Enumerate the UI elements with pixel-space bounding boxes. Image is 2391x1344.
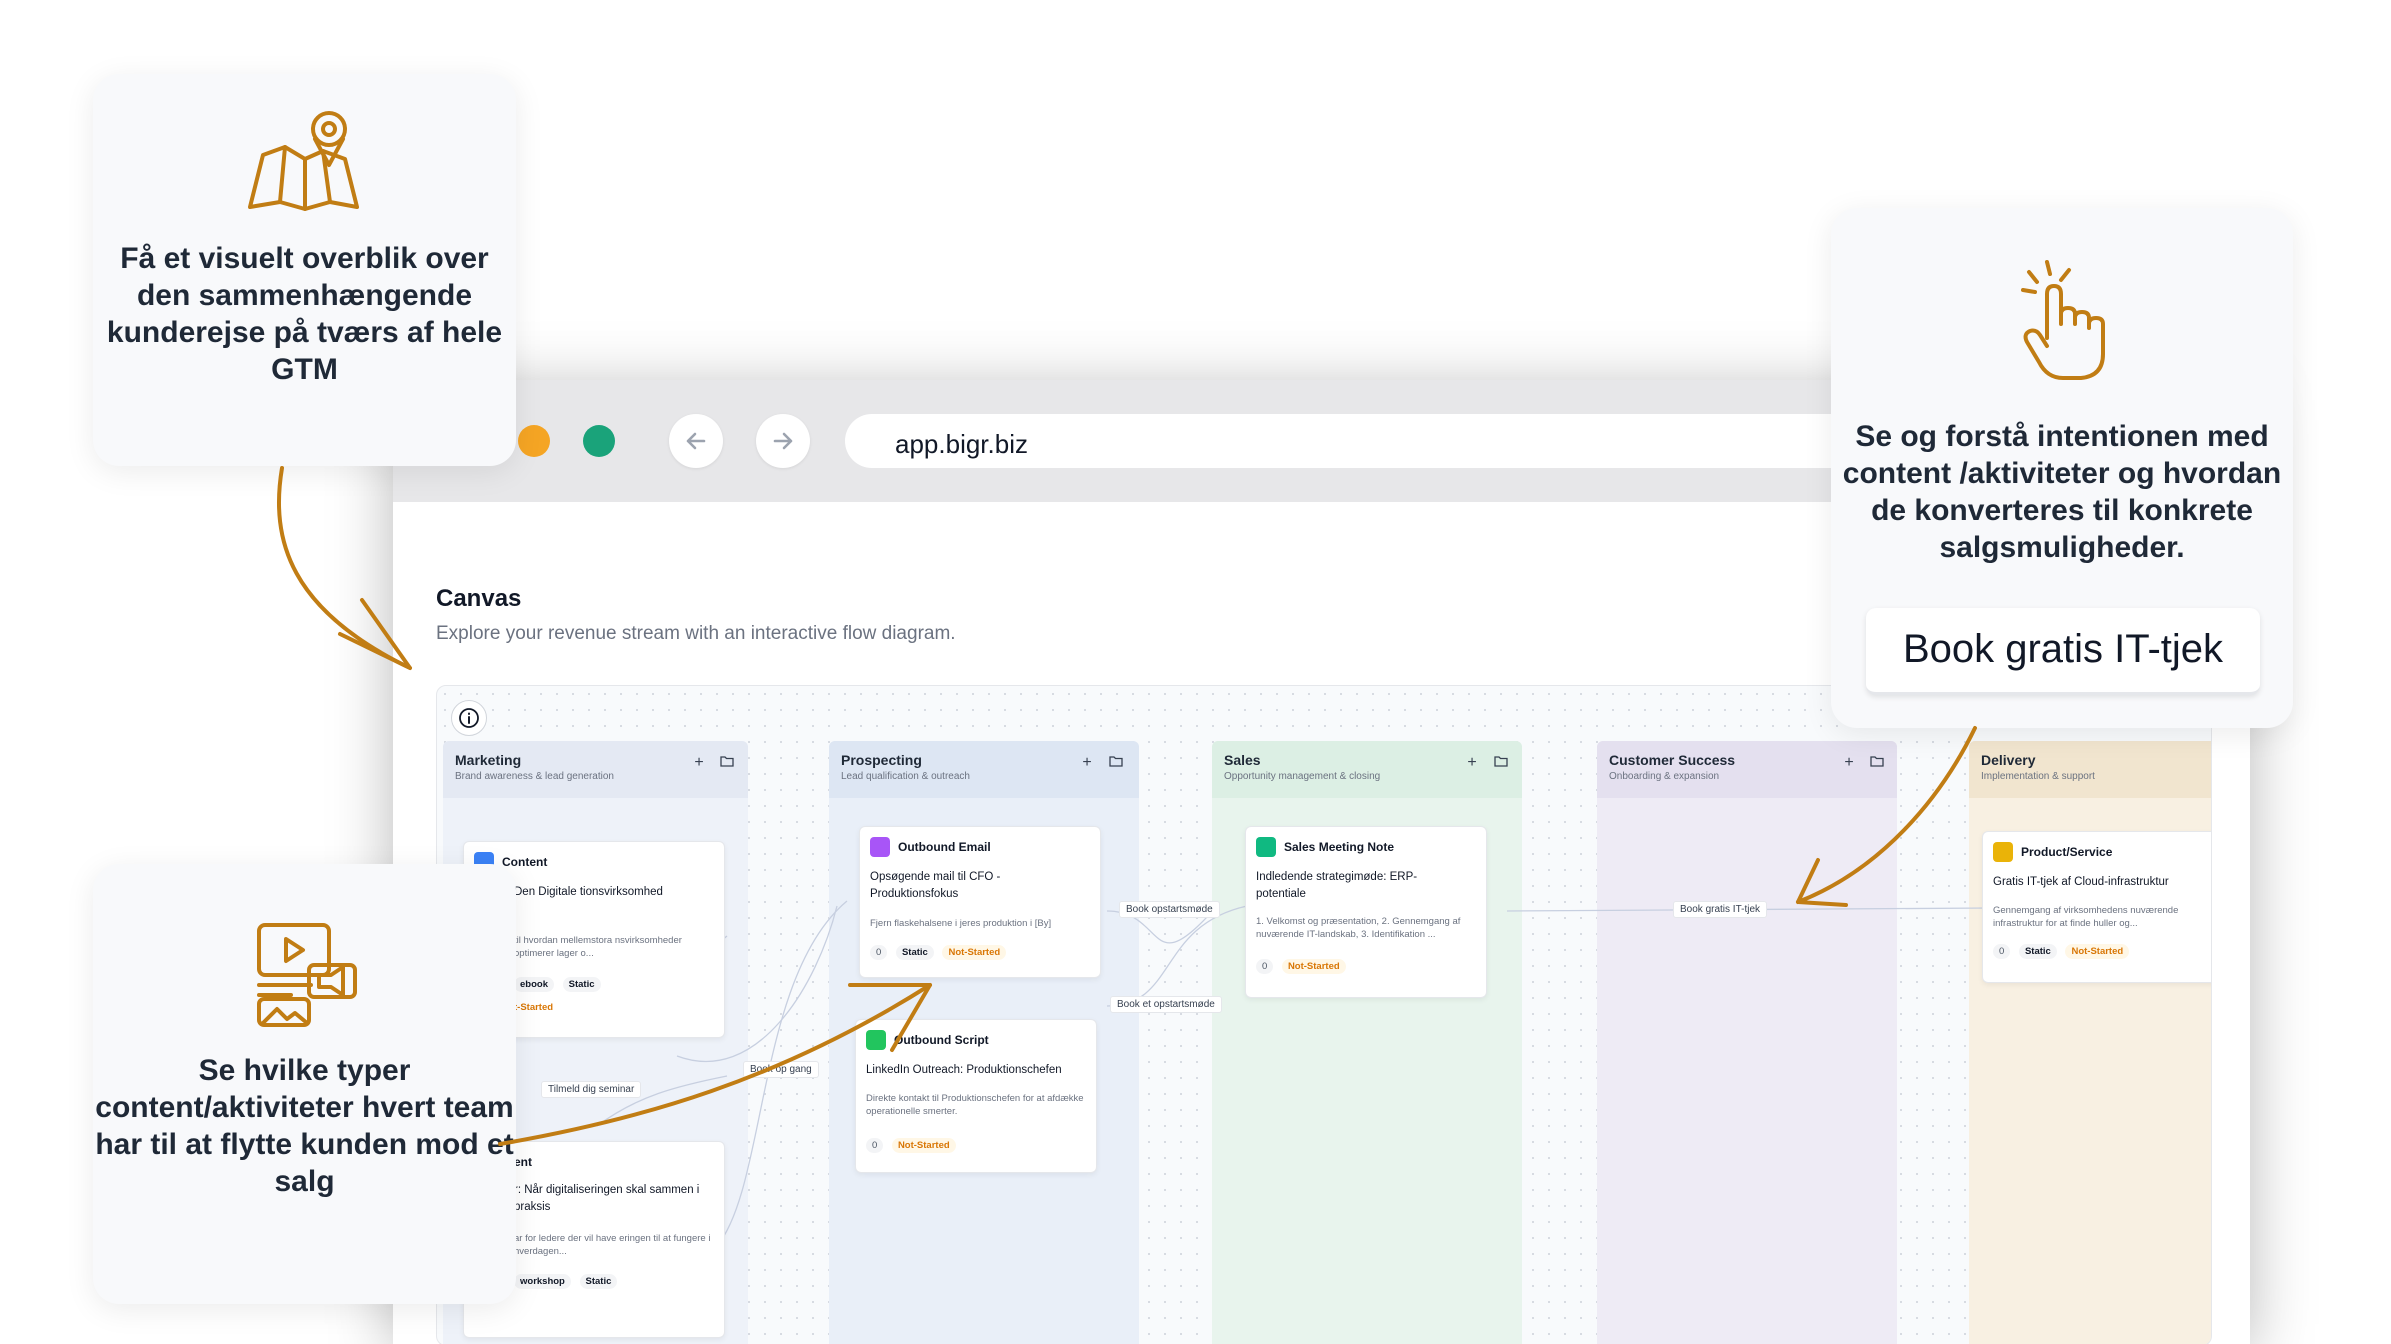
annotation-arrows	[277, 466, 1977, 1146]
